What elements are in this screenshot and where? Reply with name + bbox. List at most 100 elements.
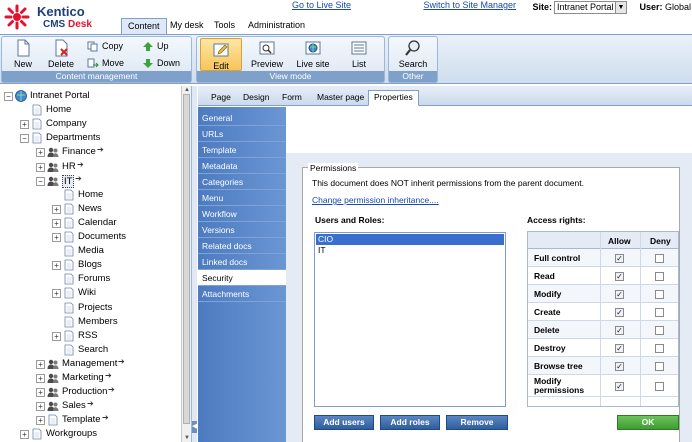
tree-node[interactable]: − Intranet Portal [0, 90, 180, 103]
list-button[interactable]: List [342, 39, 376, 69]
tree-node[interactable]: Home [0, 104, 180, 117]
side-tab-menu[interactable]: Menu [198, 190, 286, 206]
tab-content[interactable]: Content [121, 18, 167, 34]
side-tab-general[interactable]: General [198, 110, 286, 126]
tree-node[interactable]: + RSS [0, 330, 180, 343]
tree-node[interactable]: + Management ➔ [0, 357, 180, 371]
side-tab-related-docs[interactable]: Related docs [198, 238, 286, 254]
collapse-icon[interactable]: − [36, 176, 45, 186]
allow-checkbox[interactable]: ✓ [615, 362, 624, 371]
deny-checkbox[interactable] [655, 308, 664, 317]
users-roles-listbox[interactable]: CIO IT [314, 232, 506, 407]
allow-checkbox[interactable]: ✓ [615, 308, 624, 317]
expand-icon[interactable]: + [52, 233, 61, 242]
side-tab-metadata[interactable]: Metadata [198, 158, 286, 174]
tree-node[interactable]: Projects [0, 302, 180, 315]
scrollbar-thumb[interactable] [183, 94, 190, 424]
tree-node[interactable]: Members [0, 316, 180, 329]
collapse-panel-icon[interactable]: ◀ [192, 421, 197, 433]
tab-master-page[interactable]: Master page [312, 91, 369, 105]
expand-icon[interactable]: + [52, 331, 61, 341]
tree-node[interactable]: + Blogs [0, 259, 180, 272]
collapse-icon[interactable]: − [20, 134, 29, 144]
tree-node[interactable]: Search [0, 344, 180, 357]
tree-node[interactable]: Forums [0, 273, 180, 286]
expand-icon[interactable]: + [36, 402, 45, 412]
expand-icon[interactable]: + [20, 430, 29, 440]
change-inheritance-link[interactable]: Change permission inheritance.... [312, 195, 439, 205]
add-roles-button[interactable]: Add roles [380, 415, 440, 430]
collapse-icon[interactable]: − [4, 92, 13, 101]
delete-button[interactable]: Delete [44, 39, 78, 69]
expand-icon[interactable]: + [52, 204, 61, 214]
tab-tools[interactable]: Tools [208, 18, 241, 34]
site-select[interactable]: Intranet Portal ▼ [554, 1, 627, 14]
tab-form[interactable]: Form [277, 91, 307, 105]
tab-design[interactable]: Design [238, 91, 274, 105]
new-button[interactable]: New [8, 39, 38, 69]
side-tab-attachments[interactable]: Attachments [198, 286, 286, 302]
tree-node[interactable]: + HR ➔ [0, 160, 180, 174]
add-users-button[interactable]: Add users [314, 415, 374, 430]
expand-icon[interactable]: + [52, 261, 61, 271]
move-up-button[interactable]: Up [142, 41, 169, 55]
panel-splitter[interactable]: ◀ [191, 86, 197, 442]
deny-checkbox[interactable] [655, 326, 664, 335]
expand-icon[interactable]: + [20, 120, 29, 130]
kentico-logo[interactable]: Kentico CMS Desk [4, 2, 114, 32]
search-button[interactable]: Search [395, 39, 431, 69]
tab-properties[interactable]: Properties [368, 90, 419, 106]
tab-page[interactable]: Page [206, 91, 236, 105]
deny-checkbox[interactable] [655, 290, 664, 299]
expand-icon[interactable]: + [36, 388, 45, 398]
side-tab-categories[interactable]: Categories [198, 174, 286, 190]
go-to-live-site-link[interactable]: Go to Live Site [292, 0, 351, 10]
expand-icon[interactable]: + [52, 289, 61, 299]
side-tab-security[interactable]: Security [198, 270, 286, 286]
deny-checkbox[interactable] [655, 254, 664, 263]
tree-node[interactable]: + Documents [0, 231, 180, 244]
tree-node[interactable]: − Departments [0, 132, 180, 145]
tree-node[interactable]: + Workgroups [0, 428, 180, 441]
allow-checkbox[interactable]: ✓ [615, 382, 624, 391]
tree-node[interactable]: + News [0, 203, 180, 216]
tree-node[interactable]: + Production ➔ [0, 385, 180, 399]
tree-node[interactable]: Home [0, 189, 180, 202]
tree-node[interactable]: + Marketing ➔ [0, 371, 180, 385]
expand-icon[interactable]: + [36, 148, 45, 158]
remove-button[interactable]: Remove [446, 415, 508, 430]
copy-button[interactable]: Copy [87, 41, 123, 55]
expand-icon[interactable]: + [36, 162, 45, 172]
side-tab-urls[interactable]: URLs [198, 126, 286, 142]
allow-checkbox[interactable]: ✓ [615, 326, 624, 335]
tree-node[interactable]: + Calendar [0, 217, 180, 230]
tab-my-desk[interactable]: My desk [164, 18, 210, 34]
edit-button[interactable]: Edit [200, 38, 242, 71]
allow-checkbox[interactable]: ✓ [615, 272, 624, 281]
expand-icon[interactable]: + [36, 359, 45, 369]
allow-checkbox[interactable]: ✓ [615, 290, 624, 299]
side-tab-linked-docs[interactable]: Linked docs [198, 254, 286, 270]
tree-node[interactable]: − IT ➔ [0, 174, 180, 188]
deny-checkbox[interactable] [655, 382, 664, 391]
side-tab-template[interactable]: Template [198, 142, 286, 158]
tree-node[interactable]: + Finance ➔ [0, 145, 180, 159]
side-tab-versions[interactable]: Versions [198, 222, 286, 238]
tree-scrollbar[interactable]: ▲ ▼ [181, 86, 191, 442]
deny-checkbox[interactable] [655, 272, 664, 281]
allow-checkbox[interactable]: ✓ [615, 254, 624, 263]
role-option[interactable]: CIO [316, 234, 504, 245]
deny-checkbox[interactable] [655, 362, 664, 371]
tree-node[interactable]: + Sales ➔ [0, 399, 180, 413]
expand-icon[interactable]: + [36, 416, 45, 426]
expand-icon[interactable]: + [36, 374, 45, 383]
ok-button[interactable]: OK [617, 415, 679, 430]
move-down-button[interactable]: Down [142, 58, 180, 72]
preview-button[interactable]: Preview [247, 39, 287, 69]
role-option[interactable]: IT [316, 245, 504, 256]
tree-node[interactable]: + Template ➔ [0, 413, 180, 427]
tree-node[interactable]: + Company [0, 118, 180, 131]
expand-icon[interactable]: + [52, 218, 61, 228]
switch-site-manager-link[interactable]: Switch to Site Manager [423, 0, 516, 10]
allow-checkbox[interactable]: ✓ [615, 344, 624, 353]
